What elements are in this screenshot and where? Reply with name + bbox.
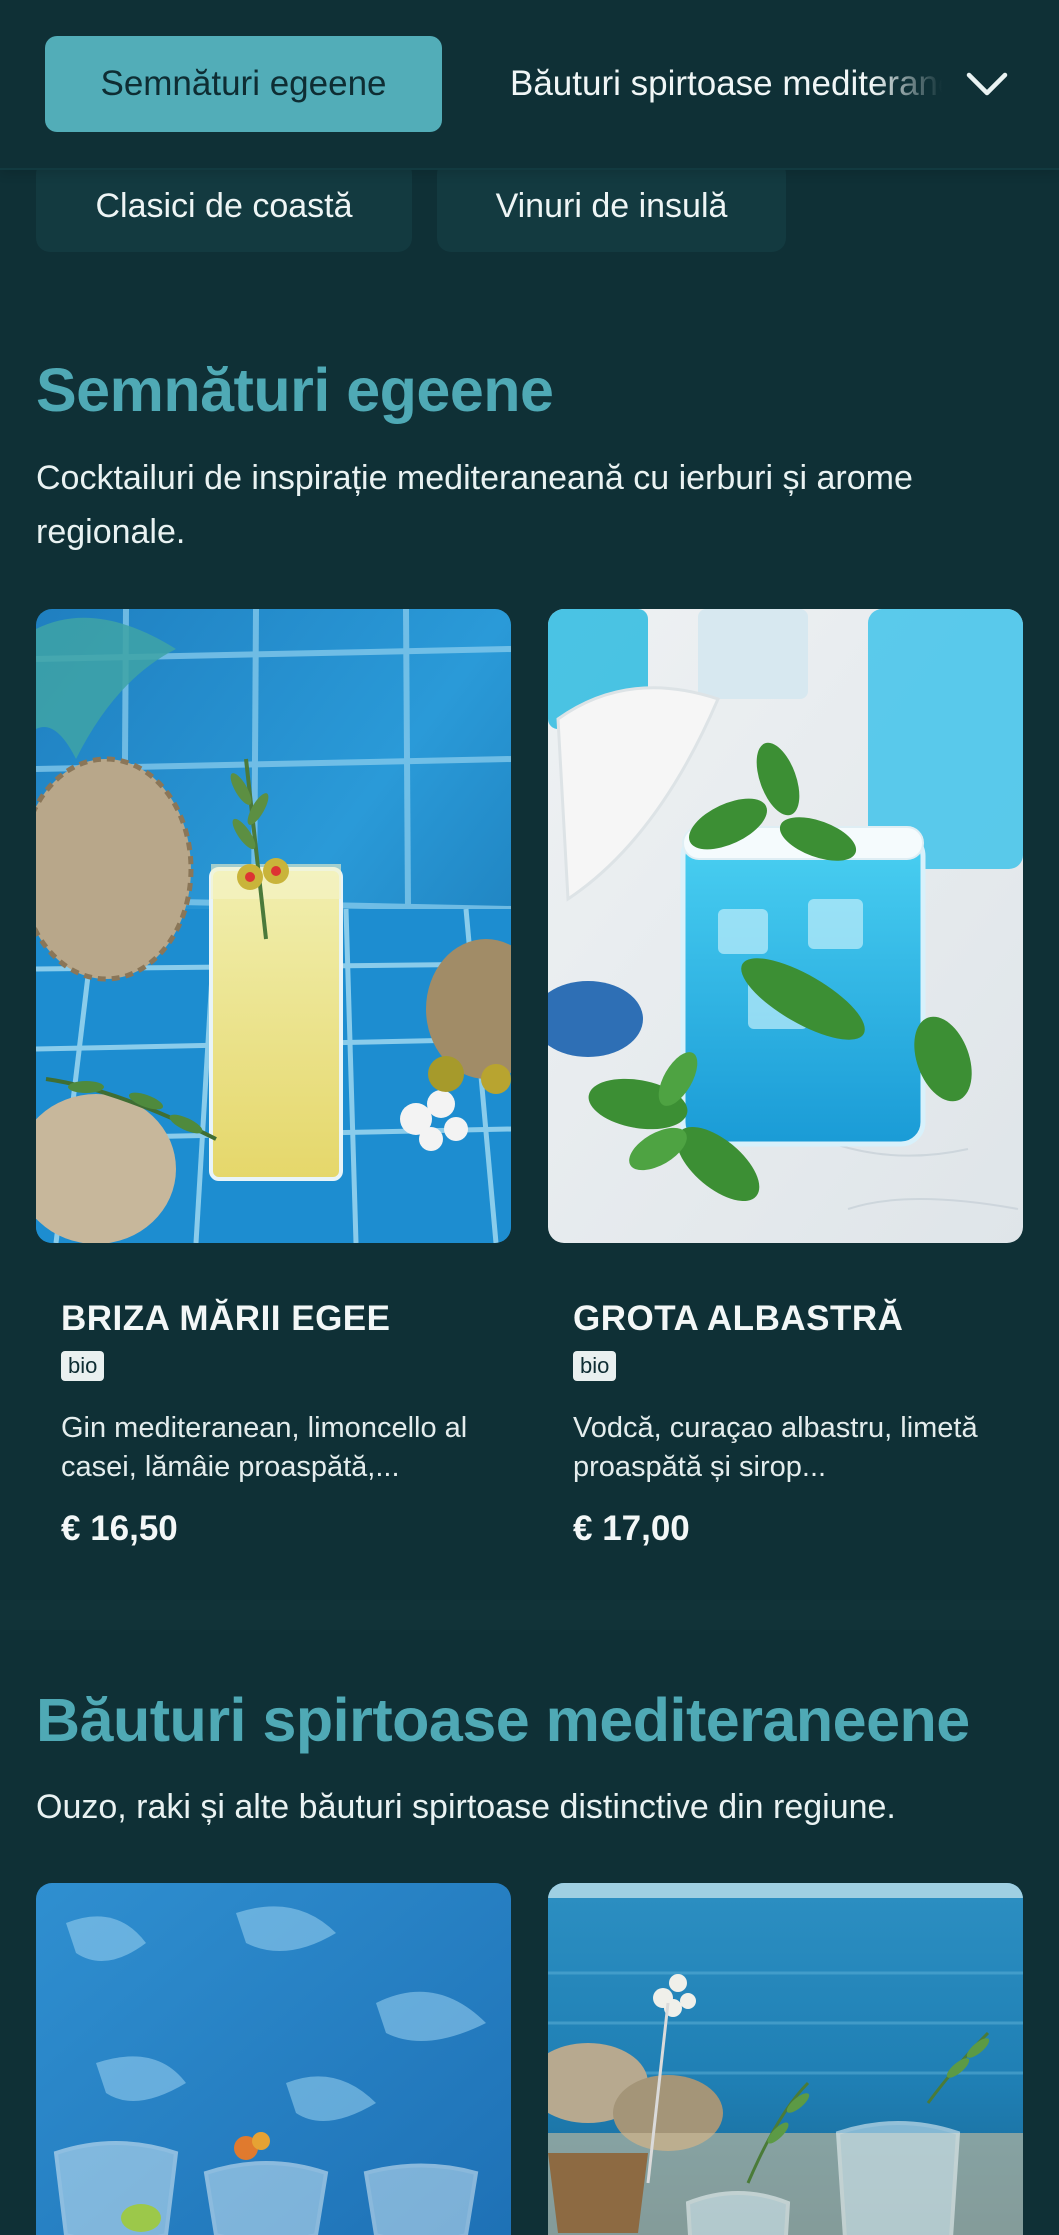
category-tab-active[interactable]: Semnături egeene <box>45 36 442 132</box>
section-description: Cocktailuri de inspirație mediteraneană … <box>36 459 913 551</box>
product-name: GROTA ALBASTRĂ <box>573 1299 904 1338</box>
section-title: Băuturi spirtoase mediteraneene <box>36 1686 970 1754</box>
product-description: Gin mediteranean, limoncello al casei, l… <box>61 1412 468 1483</box>
product-description: Vodcă, curaçao albastru, limetă proaspăt… <box>573 1412 978 1483</box>
section-title: Semnături egeene <box>36 356 554 424</box>
category-chip-clasici[interactable]: Clasici de coastă <box>36 160 412 252</box>
product-image <box>36 1883 511 2235</box>
category-nav: Semnături egeene Băuturi spirtoase medit… <box>0 0 1059 170</box>
product-price: € 17,00 <box>573 1509 690 1548</box>
bio-badge: bio <box>573 1351 617 1381</box>
section-description: Ouzo, raki și alte băuturi spirtoase dis… <box>36 1788 896 1826</box>
chevron-down-icon <box>966 72 1008 96</box>
product-price: € 16,50 <box>61 1509 178 1548</box>
bio-badge: bio <box>61 1351 105 1381</box>
category-tab-spirtoase[interactable]: Băuturi spirtoase mediteraneene <box>510 36 942 132</box>
category-chip-label: Clasici de coastă <box>95 186 353 225</box>
expand-categories-button[interactable] <box>955 52 1019 116</box>
product-image <box>36 609 511 1243</box>
category-tab-label: Semnături egeene <box>100 64 387 103</box>
menu-page: Clasici de coastă Vinuri de insulă Semnă… <box>0 0 1059 2235</box>
product-image <box>548 1883 1023 2235</box>
product-name: BRIZA MĂRII EGEE <box>61 1299 391 1338</box>
section-divider <box>0 1600 1059 1630</box>
category-chip-label: Vinuri de insulă <box>495 186 728 225</box>
category-chip-vinuri[interactable]: Vinuri de insulă <box>437 160 786 252</box>
product-image <box>548 609 1023 1243</box>
category-tab-label: Băuturi spirtoase mediteraneene <box>510 64 942 103</box>
